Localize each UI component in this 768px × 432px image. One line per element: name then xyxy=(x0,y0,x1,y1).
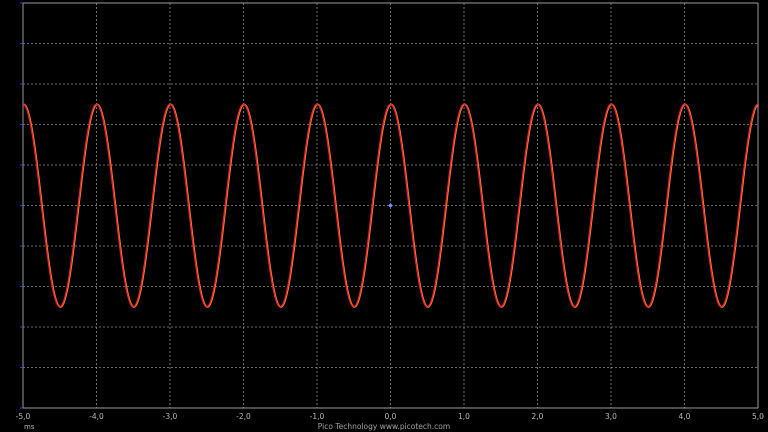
x-axis-unit: ms xyxy=(24,423,35,431)
x-tick-label: 1,0 xyxy=(458,412,470,421)
x-tick-labels: -5,0 -4,0 -3,0 -2,0 -1,0 0,0 1,0 2,0 3,0 4,0 5,0 xyxy=(16,412,765,421)
oscilloscope-plot: -5,0 -4,0 -3,0 -2,0 -1,0 0,0 1,0 2,0 3,0 4,0 5,0 m… xyxy=(16,2,765,431)
x-tick-label: 0,0 xyxy=(385,412,397,421)
trigger-marker xyxy=(388,203,393,208)
x-tick-label: -5,0 xyxy=(16,412,31,421)
brand-footer: Pico Technology www.picotech.com xyxy=(318,422,450,431)
x-tick-label: 2,0 xyxy=(532,412,544,421)
x-tick-label: -2,0 xyxy=(236,412,251,421)
x-tick-label: -3,0 xyxy=(163,412,178,421)
trigger-marker-layer xyxy=(388,203,393,208)
x-tick-label: 4,0 xyxy=(679,412,691,421)
x-tick-label: -4,0 xyxy=(89,412,104,421)
x-tick-label: 5,0 xyxy=(752,412,764,421)
x-tick-label: -1,0 xyxy=(310,412,325,421)
x-tick-label: 3,0 xyxy=(605,412,617,421)
